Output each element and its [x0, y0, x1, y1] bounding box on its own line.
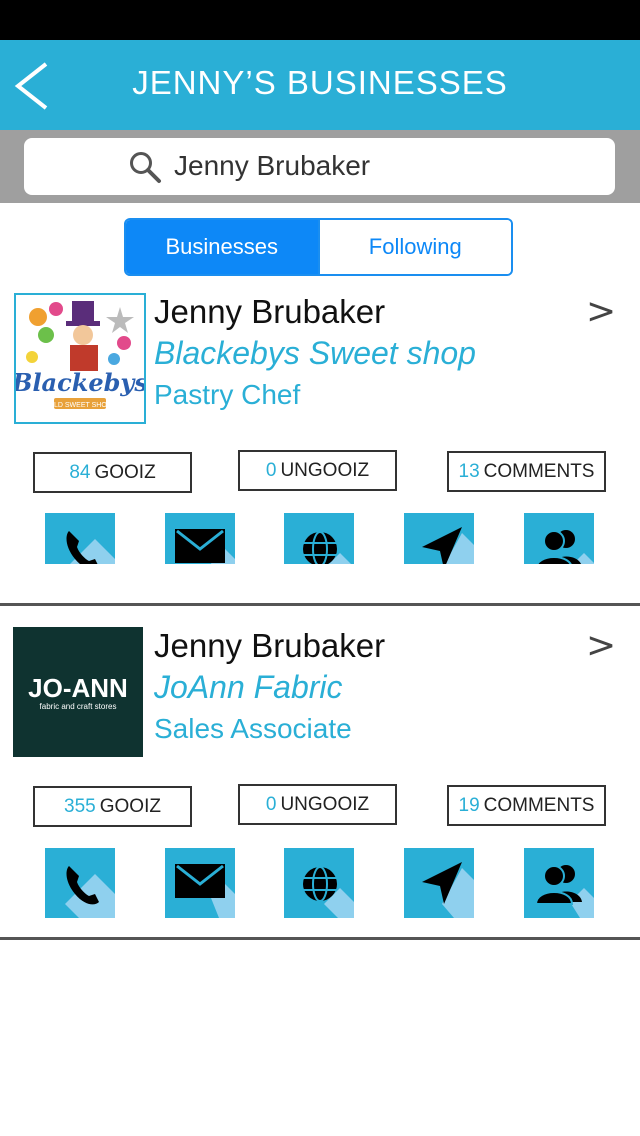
contacts-button[interactable]: [524, 513, 594, 564]
divider: [0, 603, 640, 606]
search-box[interactable]: [24, 138, 615, 195]
chevron-right-icon[interactable]: >: [586, 291, 616, 332]
search-icon: [130, 152, 161, 183]
comments-label: COMMENTS: [483, 460, 595, 482]
ungooiz-label: UNGOOIZ: [280, 793, 370, 815]
contacts-button[interactable]: [524, 848, 594, 918]
svg-text:OLD SWEET SHOP: OLD SWEET SHOP: [49, 402, 112, 409]
svg-text:Blackebys: Blackebys: [16, 368, 144, 397]
mail-icon: [175, 864, 235, 918]
job-title: Sales Associate: [154, 713, 352, 744]
navigate-icon: [422, 527, 474, 564]
navigate-icon: [422, 862, 474, 918]
svg-text:JO-ANN: JO-ANN: [28, 673, 128, 703]
job-title: Pastry Chef: [154, 379, 301, 410]
ungooiz-label: UNGOOIZ: [280, 459, 370, 481]
comments-stat[interactable]: 13 COMMENTS: [447, 451, 606, 492]
directions-button[interactable]: [404, 513, 474, 564]
gooiz-count: 355: [64, 795, 96, 817]
ungooiz-stat[interactable]: 0 UNGOOIZ: [238, 450, 397, 491]
call-button[interactable]: [45, 848, 115, 918]
gooiz-stat[interactable]: 355 GOOIZ: [33, 786, 192, 827]
business-logo: JO-ANN fabric and craft stores: [13, 627, 143, 757]
divider: [0, 937, 640, 940]
email-button[interactable]: [165, 848, 235, 918]
search-bar: [0, 130, 640, 203]
directions-button[interactable]: [404, 848, 474, 918]
website-button[interactable]: [284, 848, 354, 918]
call-button[interactable]: [45, 513, 115, 564]
business-card[interactable]: Blackebys OLD SWEET SHOP Jenny Brubaker …: [0, 291, 640, 623]
email-button[interactable]: [165, 513, 235, 564]
svg-text:fabric and craft stores: fabric and craft stores: [40, 702, 117, 711]
comments-count: 19: [458, 794, 480, 816]
comments-count: 13: [458, 460, 480, 482]
tab-following[interactable]: Following: [317, 220, 511, 274]
ungooiz-stat[interactable]: 0 UNGOOIZ: [238, 784, 397, 825]
tab-businesses[interactable]: Businesses: [126, 220, 318, 274]
globe-icon: [303, 866, 354, 918]
status-bar: [0, 0, 640, 40]
website-button[interactable]: [284, 513, 354, 564]
person-name: Jenny Brubaker: [154, 293, 386, 330]
segmented-control: Businesses Following: [124, 218, 513, 276]
gooiz-stat[interactable]: 84 GOOIZ: [33, 452, 192, 493]
comments-label: COMMENTS: [483, 794, 595, 816]
ungooiz-count: 0: [265, 459, 277, 481]
phone-icon: [65, 866, 115, 918]
search-input[interactable]: [174, 150, 594, 182]
people-icon: [536, 530, 594, 564]
app-header: JENNY’S BUSINESSES: [0, 40, 640, 130]
comments-stat[interactable]: 19 COMMENTS: [447, 785, 606, 826]
ungooiz-count: 0: [265, 793, 277, 815]
business-name[interactable]: JoAnn Fabric: [154, 669, 343, 706]
gooiz-count: 84: [69, 461, 91, 483]
business-logo: Blackebys OLD SWEET SHOP: [14, 293, 146, 424]
globe-icon: [303, 531, 351, 564]
people-icon: [534, 865, 594, 918]
gooiz-label: GOOIZ: [99, 795, 161, 817]
business-card[interactable]: JO-ANN fabric and craft stores Jenny Bru…: [0, 625, 640, 957]
phone-icon: [66, 531, 115, 564]
gooiz-label: GOOIZ: [94, 461, 156, 483]
business-name[interactable]: Blackebys Sweet shop: [154, 335, 476, 372]
page-title: JENNY’S BUSINESSES: [132, 64, 508, 101]
person-name: Jenny Brubaker: [154, 627, 386, 664]
chevron-right-icon[interactable]: >: [586, 625, 616, 666]
mail-icon: [175, 529, 235, 564]
